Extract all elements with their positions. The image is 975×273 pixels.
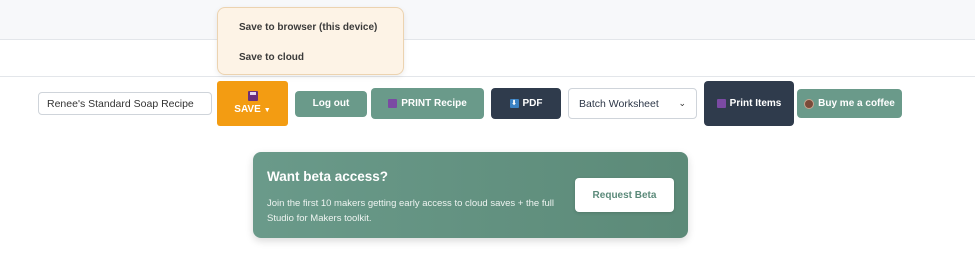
caret-down-icon: ▼ bbox=[263, 106, 271, 114]
save-to-cloud-option[interactable]: Save to cloud bbox=[239, 52, 304, 63]
chevron-down-icon: ⌄ bbox=[678, 98, 686, 108]
printer-icon bbox=[716, 98, 726, 108]
print-recipe-button[interactable]: PRINT Recipe bbox=[371, 88, 484, 119]
pdf-button[interactable]: ⬇ PDF bbox=[491, 88, 561, 119]
logout-button-label: Log out bbox=[312, 98, 350, 109]
coffee-button-label: Buy me a coffee bbox=[818, 97, 895, 109]
request-beta-button[interactable]: Request Beta bbox=[575, 178, 674, 212]
recipe-name-input[interactable] bbox=[38, 92, 212, 115]
top-header-band bbox=[0, 0, 975, 40]
save-button[interactable]: SAVE ▼ bbox=[217, 81, 288, 126]
floppy-disk-icon bbox=[247, 90, 258, 101]
coffee-icon bbox=[804, 98, 815, 109]
download-icon: ⬇ bbox=[509, 99, 519, 108]
printer-icon bbox=[388, 99, 398, 108]
toolbar-divider bbox=[0, 76, 975, 77]
beta-access-card: Want beta access? Join the first 10 make… bbox=[253, 152, 688, 238]
pdf-button-label: PDF bbox=[522, 97, 543, 109]
save-button-label: SAVE bbox=[234, 103, 261, 115]
print-recipe-label: PRINT Recipe bbox=[401, 97, 467, 109]
save-to-browser-option[interactable]: Save to browser (this device) bbox=[239, 22, 377, 33]
logout-button[interactable]: Log out bbox=[295, 91, 367, 117]
print-items-button[interactable]: Print Items bbox=[704, 81, 794, 126]
beta-description: Join the first 10 makers getting early a… bbox=[267, 198, 554, 224]
save-dropdown-menu: Save to browser (this device) Save to cl… bbox=[217, 7, 404, 75]
batch-worksheet-select[interactable]: Batch Worksheet ⌄ bbox=[568, 88, 697, 119]
beta-title: Want beta access? bbox=[267, 169, 389, 184]
buy-me-a-coffee-button[interactable]: Buy me a coffee bbox=[797, 89, 902, 118]
print-items-label: Print Items bbox=[729, 98, 782, 109]
batch-select-value: Batch Worksheet bbox=[579, 97, 659, 110]
